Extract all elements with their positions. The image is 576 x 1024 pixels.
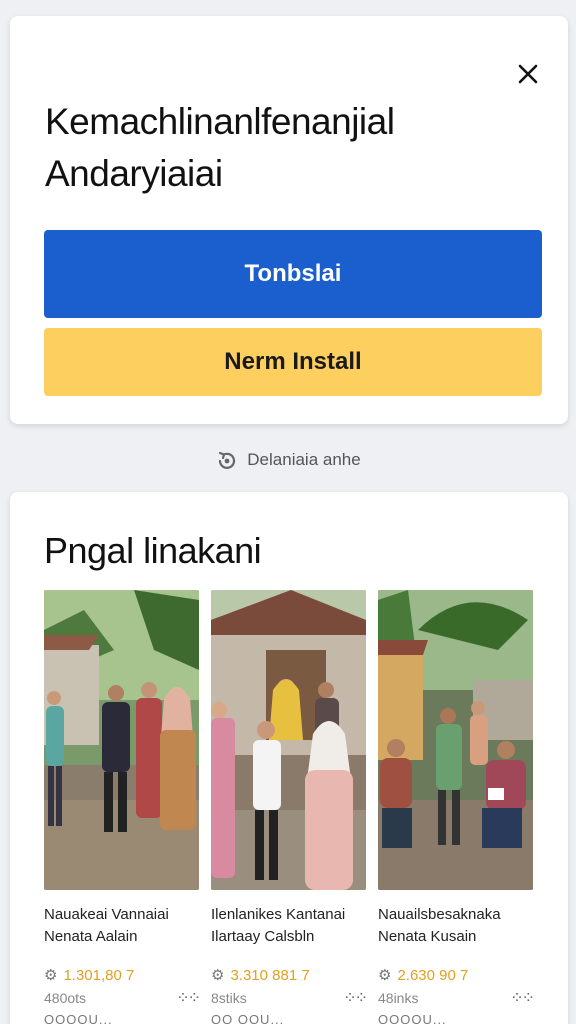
gallery-photo[interactable] bbox=[44, 590, 199, 890]
price: 3.310 881 7 bbox=[230, 966, 310, 984]
caption-line: Nauailsbesaknaka bbox=[378, 906, 501, 923]
footer-text: QOQOU... bbox=[378, 1012, 447, 1024]
coin-icon: ⚙ bbox=[44, 967, 58, 984]
caption-line: Nenata Aalain bbox=[44, 928, 138, 945]
meta-text: 480ots bbox=[44, 990, 87, 1006]
price-row: ⚙ 2.630 90 7 bbox=[378, 966, 533, 985]
dialog-title-line1: Kemachlinanlfenanjial bbox=[45, 101, 395, 142]
photo-gallery: Nauakeai Vannaiai Nenata Aalain ⚙ 1.301,… bbox=[44, 590, 542, 1024]
price-row: ⚙ 3.310 881 7 bbox=[211, 966, 366, 985]
coin-icon: ⚙ bbox=[211, 967, 225, 984]
gallery-item[interactable]: Ilenlanikes Kantanai Ilartaay Calsbln ⚙ … bbox=[211, 590, 368, 1024]
gallery-item[interactable]: Nauakeai Vannaiai Nenata Aalain ⚙ 1.301,… bbox=[44, 590, 201, 1024]
caption-line: Nauakeai Vannaiai bbox=[44, 906, 169, 923]
dialog-title: Kemachlinanlfenanjial Andaryiaiai bbox=[45, 96, 508, 200]
primary-button[interactable]: Tonbslai bbox=[44, 230, 542, 318]
price-row: ⚙ 1.301,80 7 bbox=[44, 966, 199, 985]
meta-text: 8stiks bbox=[211, 990, 247, 1006]
caption-line: Nenata Kusain bbox=[378, 928, 477, 945]
dialog-title-line2: Andaryiaiai bbox=[45, 153, 223, 194]
gallery-card: Pngal linakani Nauakeai Vannaiai Nenata … bbox=[10, 492, 568, 1024]
caption-line: Ilenlanikes Kantanai bbox=[211, 906, 346, 923]
item-caption: Nauakeai Vannaiai Nenata Aalain bbox=[44, 904, 199, 948]
install-button[interactable]: Nerm Install bbox=[44, 328, 542, 396]
meta-row: 8stiks ⁘⁘ bbox=[211, 988, 368, 1008]
more-icon[interactable]: ⁘⁘ bbox=[510, 988, 535, 1008]
caption-line: Ilartaay Calsbln bbox=[211, 928, 315, 945]
more-icon[interactable]: ⁘⁘ bbox=[343, 988, 368, 1008]
close-icon[interactable] bbox=[514, 60, 542, 88]
item-caption: Ilenlanikes Kantanai Ilartaay Calsbln bbox=[211, 904, 366, 948]
footer-text: QOQOU... bbox=[44, 1012, 113, 1024]
footer-text: QQ QOU... bbox=[211, 1012, 285, 1024]
install-dialog: Kemachlinanlfenanjial Andaryiaiai Tonbsl… bbox=[10, 16, 568, 424]
refresh-icon bbox=[219, 451, 236, 469]
more-icon[interactable]: ⁘⁘ bbox=[176, 988, 201, 1008]
details-link-label: Delaniaia anhe bbox=[247, 450, 361, 469]
price: 1.301,80 7 bbox=[63, 966, 135, 984]
section-title: Pngal linakani bbox=[44, 530, 262, 571]
gallery-photo[interactable] bbox=[378, 590, 533, 890]
meta-text: 48inks bbox=[378, 990, 419, 1006]
gallery-item[interactable]: Nauailsbesaknaka Nenata Kusain ⚙ 2.630 9… bbox=[378, 590, 535, 1024]
item-caption: Nauailsbesaknaka Nenata Kusain bbox=[378, 904, 533, 948]
price: 2.630 90 7 bbox=[397, 966, 469, 984]
meta-row: 480ots ⁘⁘ bbox=[44, 988, 201, 1008]
meta-row: 48inks ⁘⁘ bbox=[378, 988, 535, 1008]
details-link[interactable]: Delaniaia anhe bbox=[0, 448, 576, 472]
coin-icon: ⚙ bbox=[378, 967, 392, 984]
gallery-photo[interactable] bbox=[211, 590, 366, 890]
